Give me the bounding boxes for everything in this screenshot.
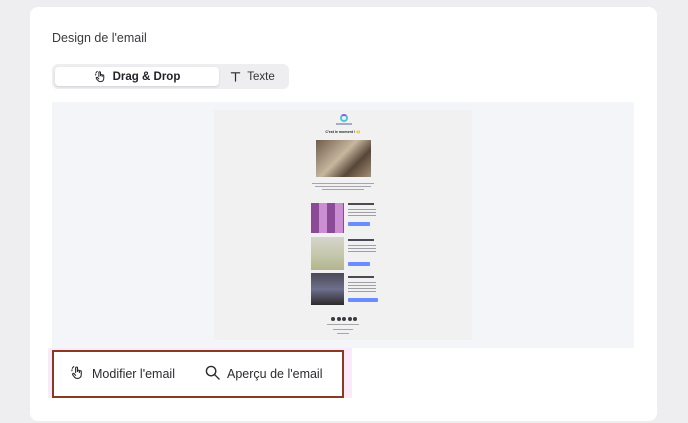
edit-email-button[interactable]: Modifier l'email: [70, 365, 175, 383]
preview-email-label: Aperçu de l'email: [227, 367, 323, 381]
woman-image: [311, 237, 344, 270]
hand-pointer-icon: [70, 365, 85, 383]
hero-image: [316, 140, 371, 177]
email-thumbnail: C'est le moment ! 🙌: [214, 110, 472, 340]
tab-texte[interactable]: Texte: [219, 67, 286, 86]
email-actions-bar: Modifier l'email Aperçu de l'email: [52, 350, 344, 398]
email-cta-button: [348, 222, 370, 226]
tab-drag-and-drop[interactable]: Drag & Drop: [55, 67, 219, 86]
tab-label: Drag & Drop: [112, 70, 181, 83]
editor-mode-switch: Drag & Drop Texte: [52, 64, 289, 89]
edit-email-label: Modifier l'email: [92, 367, 175, 381]
text-t-icon: [230, 71, 241, 82]
tab-label: Texte: [247, 70, 275, 83]
hand-pointer-icon: [94, 70, 107, 83]
email-heading: C'est le moment ! 🙌: [325, 130, 361, 134]
section-title: Design de l'email: [52, 31, 147, 45]
email-cta-button: [348, 298, 378, 302]
brand-logo-icon: [340, 114, 348, 122]
yoga-image: [311, 273, 344, 305]
preview-email-button[interactable]: Aperçu de l'email: [205, 365, 323, 383]
search-icon: [205, 365, 220, 383]
planning-image: [311, 203, 344, 233]
email-cta-button: [348, 262, 370, 266]
social-icons: [331, 317, 357, 321]
